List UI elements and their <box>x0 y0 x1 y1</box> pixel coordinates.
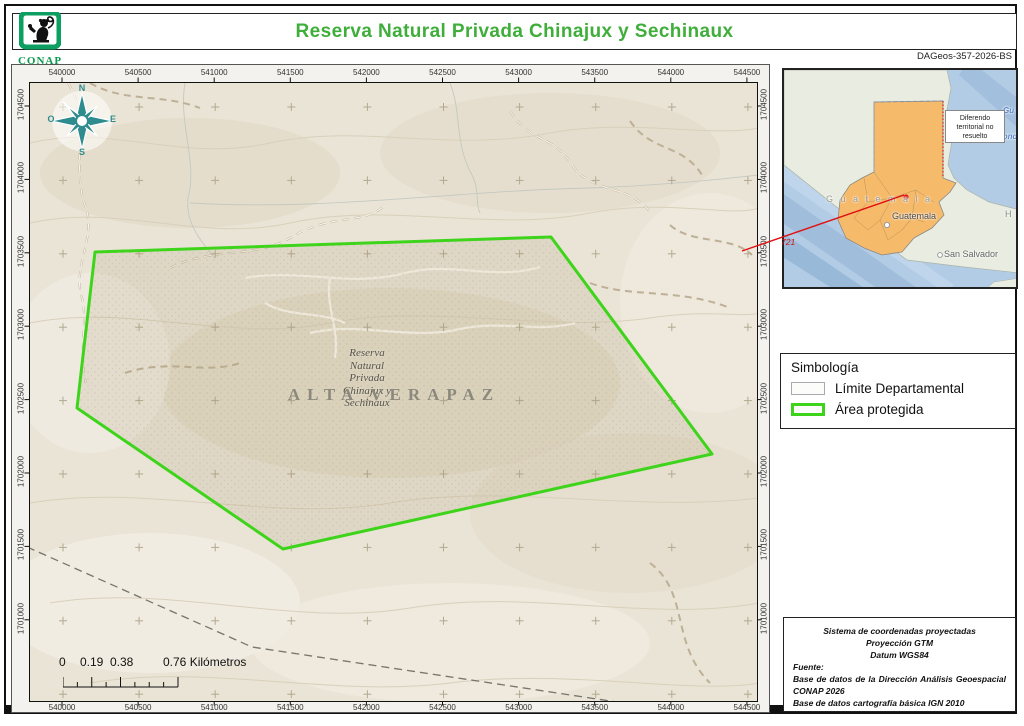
page-title: Reserva Natural Privada Chinajux y Sechi… <box>295 20 734 42</box>
map-canvas: Reserva Natural Privada Chinajux y Sechinaux… <box>29 82 758 702</box>
grid-x-label-top: 542000 <box>353 68 380 77</box>
protected-area-swatch <box>791 403 825 416</box>
grid-y-label-left: 1704500 <box>16 88 26 121</box>
grid-y-label-right: 1704500 <box>759 88 769 121</box>
scale-tick-1: 0.19 <box>80 655 104 669</box>
conap-logo-text: CONAP <box>17 55 63 67</box>
grid-x-label-bottom: 543500 <box>581 703 609 712</box>
crs-line: Sistema de coordenadas proyectadas <box>823 626 976 636</box>
grid-y-label-right: 1702000 <box>759 455 769 488</box>
departmental-boundary-swatch <box>791 382 825 395</box>
grid-x-label-bottom: 541000 <box>200 703 228 712</box>
road-number-label: 721 <box>781 237 796 247</box>
grid-x-label-bottom: 541500 <box>276 703 304 712</box>
grid-x-label-top: 541000 <box>200 68 228 77</box>
grid-x-label-top: 543000 <box>505 68 532 77</box>
grid-x-label-top: 542500 <box>429 68 456 77</box>
grid-y-label-left: 1701500 <box>16 529 26 561</box>
grid-y-label-right: 1704000 <box>759 162 769 194</box>
grid-x-label-bottom: 543000 <box>505 703 532 712</box>
inset-map: Diferendo territorial no resuelto G u a … <box>782 68 1018 289</box>
datum-line: Datum WGS84 <box>870 650 929 660</box>
grid-x-label-bottom: 542500 <box>429 703 456 712</box>
grid-x-label-bottom: 540500 <box>124 703 152 712</box>
scale-tick-0: 0 <box>59 655 66 669</box>
legend-box: Simbología Límite Departamental Área pro… <box>780 353 1016 429</box>
scale-tick-2: 0.38 <box>110 655 134 669</box>
title-bar: Reserva Natural Privada Chinajux y Sechi… <box>12 13 1017 50</box>
grid-x-label-top: 540000 <box>48 68 76 77</box>
compass-north-label: N <box>78 83 86 93</box>
grid-y-label-left: 1701000 <box>16 602 26 634</box>
inset-honduras-fragment: H o <box>1005 209 1016 219</box>
grid-x-label-top: 541500 <box>276 68 304 77</box>
grid-x-label-top: 540500 <box>124 68 152 77</box>
reserve-name-line: Privada <box>349 372 385 385</box>
inset-capital-label: Guatemala <box>892 211 937 221</box>
grid-x-label-top: 544500 <box>733 68 761 77</box>
grid-y-label-left: 1703000 <box>16 309 26 341</box>
grid-y-label-left: 1703500 <box>16 235 26 267</box>
department-label: ALTA VERAPAZ <box>287 385 501 404</box>
grid-x-label-top: 543500 <box>581 68 609 77</box>
grid-y-label-right: 1703500 <box>759 235 769 267</box>
grid-y-label-left: 1704000 <box>16 162 26 194</box>
credits-box: Sistema de coordenadas proyectadas Proye… <box>783 617 1016 712</box>
conap-logo: CONAP <box>17 10 63 67</box>
conap-logo-icon <box>18 10 62 50</box>
map-frame: 540000 540000 540500 540500 541000 541000 5415… <box>11 64 770 713</box>
grid-y-label-left: 1702500 <box>16 382 26 414</box>
legend-item-protected-area: Área protegida <box>791 402 1015 417</box>
reserve-name-line: Natural <box>349 359 385 372</box>
source-heading: Fuente: <box>793 662 824 672</box>
compass-south-label: S <box>78 147 85 157</box>
grid-x-label-bottom: 544000 <box>657 703 685 712</box>
grid-x-label-bottom: 544500 <box>733 703 761 712</box>
map-sheet: Reserva Natural Privada Chinajux y Sechi… <box>0 0 1024 726</box>
legend-item-departmental: Límite Departamental <box>791 381 1015 396</box>
grid-y-label-right: 1703000 <box>759 309 769 341</box>
grid-x-label-bottom: 542000 <box>353 703 380 712</box>
grid-y-label-left: 1702000 <box>16 455 26 488</box>
territory-note-box: Diferendo territorial no resuelto <box>945 110 1005 143</box>
compass-rose: N S E O <box>42 83 157 233</box>
compass-east-label: E <box>109 114 116 124</box>
grid-y-label-right: 1701000 <box>759 602 769 634</box>
grid-x-label-bottom: 540000 <box>48 703 76 712</box>
scale-unit: Kilómetros <box>189 655 247 669</box>
projection-line: Proyección GTM <box>865 638 934 648</box>
scale-tick-3: 0.76 Kilómetros <box>163 655 247 669</box>
legend-title: Simbología <box>791 360 859 375</box>
scale-bar-ruler <box>63 677 179 688</box>
reserve-name-line: Reserva <box>349 347 385 359</box>
source-line-2: Base de datos cartografía básica IGN 201… <box>793 698 965 708</box>
inset-country-label: G u a t e m a l a <box>826 194 933 204</box>
document-code: DAGeos-357-2026-BS <box>916 51 1012 62</box>
scale-bar: 0 0.19 0.38 0.76 Kilómetros <box>30 643 330 698</box>
grid-x-label-top: 544000 <box>657 68 685 77</box>
grid-y-label-right: 1702500 <box>759 382 769 414</box>
grid-y-label-right: 1701500 <box>759 529 769 561</box>
compass-icon <box>50 91 114 151</box>
compass-west-label: O <box>47 114 55 124</box>
inset-city-label: San Salvador <box>944 249 999 259</box>
source-line-1: Base de datos de la Dirección Análisis G… <box>793 674 1006 696</box>
